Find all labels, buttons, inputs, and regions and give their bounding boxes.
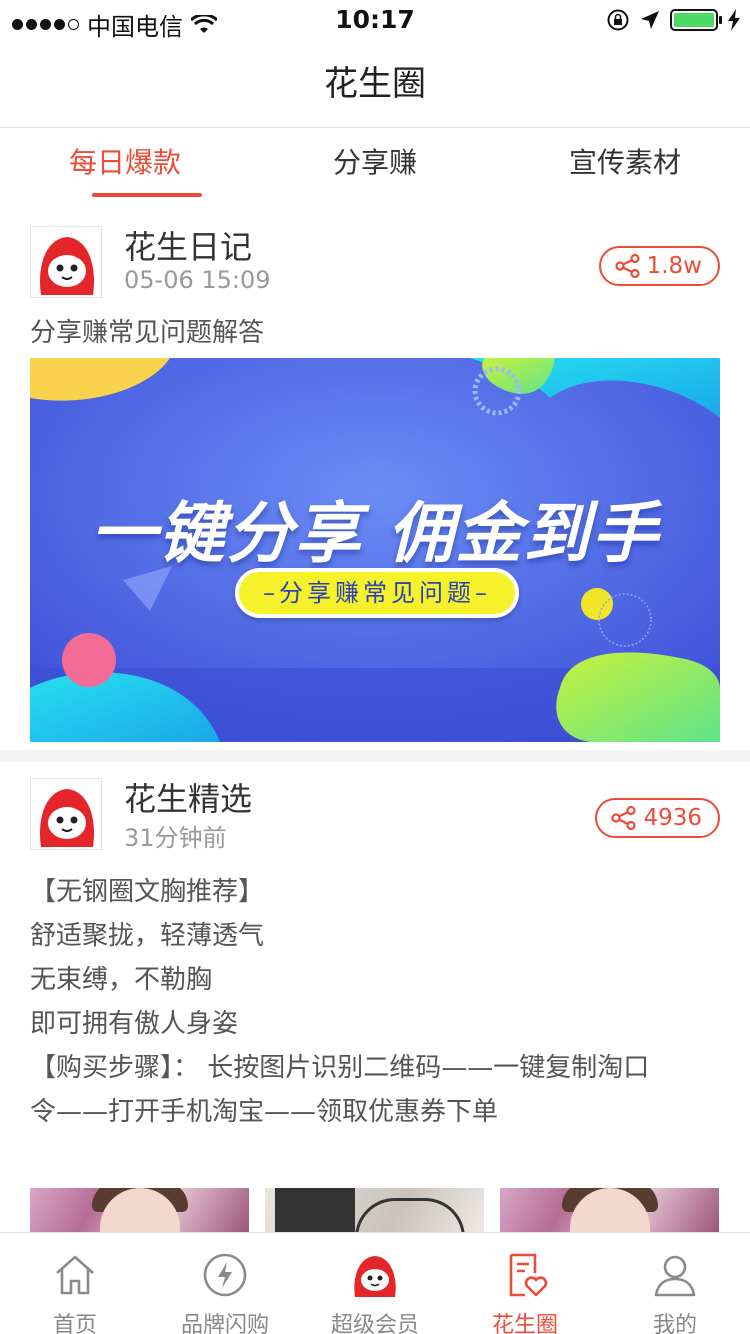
- tab-share-earn[interactable]: 分享赚: [250, 129, 500, 205]
- post-image-thumbnail[interactable]: [265, 1188, 484, 1234]
- tab-label: 每日爆款: [68, 146, 181, 179]
- tabbar-item-home[interactable]: 首页: [0, 1233, 150, 1334]
- status-icons: [606, 8, 740, 32]
- post-line: 【无钢圈文胸推荐】: [30, 877, 265, 907]
- tabbar-item-mine[interactable]: 我的: [600, 1233, 750, 1334]
- share-count: 1.8w: [646, 253, 702, 279]
- tabbar-label: 我的: [652, 1313, 697, 1334]
- share-icon: [611, 806, 637, 830]
- tabbar-item-super-member[interactable]: 超级会员: [300, 1233, 450, 1334]
- share-icon: [615, 254, 640, 278]
- post-text: 【无钢圈文胸推荐】 舒适聚拢，轻薄透气 无束缚，不勒胸 即可拥有傲人身姿 【购买…: [30, 870, 720, 1134]
- status-bar: 中国电信 10:17: [0, 0, 750, 41]
- banner-subtitle-pill: –分享赚常见问题–: [235, 568, 519, 618]
- tabbar-label: 超级会员: [330, 1313, 419, 1334]
- tab-promo-materials[interactable]: 宣传素材: [500, 129, 750, 205]
- post-line: 即可拥有傲人身姿: [30, 1009, 239, 1039]
- banner-headline: 一键分享 佣金到手: [90, 495, 660, 572]
- tab-active-indicator: [92, 193, 202, 197]
- post-author[interactable]: 花生日记: [124, 222, 252, 268]
- post-image-grid: [30, 1188, 720, 1234]
- post-line: 舒适聚拢，轻薄透气: [30, 921, 265, 951]
- share-button[interactable]: 4936: [595, 798, 720, 838]
- tab-label: 分享赚: [332, 146, 417, 179]
- page-title: 花生圈: [0, 40, 750, 128]
- mascot-avatar-icon: [40, 789, 94, 847]
- share-count: 4936: [643, 805, 702, 831]
- battery-icon: [670, 9, 722, 31]
- user-icon: [654, 1255, 696, 1297]
- bottom-tab-bar: 首页 品牌闪购 超级会员 花生圈 我的: [0, 1232, 750, 1334]
- tabbar-label: 首页: [52, 1313, 97, 1334]
- mascot-icon: [354, 1256, 396, 1297]
- heart-note-icon: [509, 1253, 548, 1297]
- post-line: 【购买步骤】： 长按图片识别二维码——一键复制淘口: [30, 1053, 650, 1083]
- post-time: 31分钟前: [124, 824, 227, 852]
- tabbar-item-flash-sale[interactable]: 品牌闪购: [150, 1233, 300, 1334]
- post-author[interactable]: 花生精选: [124, 774, 252, 820]
- feed-divider: [0, 750, 750, 762]
- flash-icon: [203, 1253, 247, 1297]
- post-time: 05-06 15:09: [124, 266, 271, 294]
- post-line: 令——打开手机淘宝——领取优惠券下单: [30, 1097, 499, 1127]
- avatar[interactable]: [30, 226, 102, 298]
- avatar[interactable]: [30, 778, 102, 850]
- tabbar-item-peanut-circle[interactable]: 花生圈: [450, 1233, 600, 1334]
- charging-icon: [728, 9, 740, 31]
- rotation-lock-icon: [607, 9, 629, 31]
- location-icon: [641, 11, 659, 29]
- tab-bar-top: 每日爆款 分享赚 宣传素材: [0, 129, 750, 205]
- tab-daily-hot[interactable]: 每日爆款: [0, 129, 250, 205]
- tabbar-label: 花生圈: [491, 1313, 558, 1334]
- post-image-thumbnail[interactable]: [500, 1188, 719, 1234]
- post-line: 无束缚，不勒胸: [30, 965, 213, 995]
- share-button[interactable]: 1.8w: [598, 246, 720, 286]
- post-banner-image[interactable]: 一键分享 佣金到手 –分享赚常见问题–: [30, 358, 720, 742]
- post-text: 分享赚常见问题解答: [30, 318, 265, 348]
- mascot-avatar-icon: [40, 237, 94, 295]
- post-image-thumbnail[interactable]: [30, 1188, 249, 1234]
- tab-label: 宣传素材: [568, 146, 681, 179]
- home-icon: [56, 1255, 94, 1295]
- tabbar-label: 品牌闪购: [180, 1313, 269, 1334]
